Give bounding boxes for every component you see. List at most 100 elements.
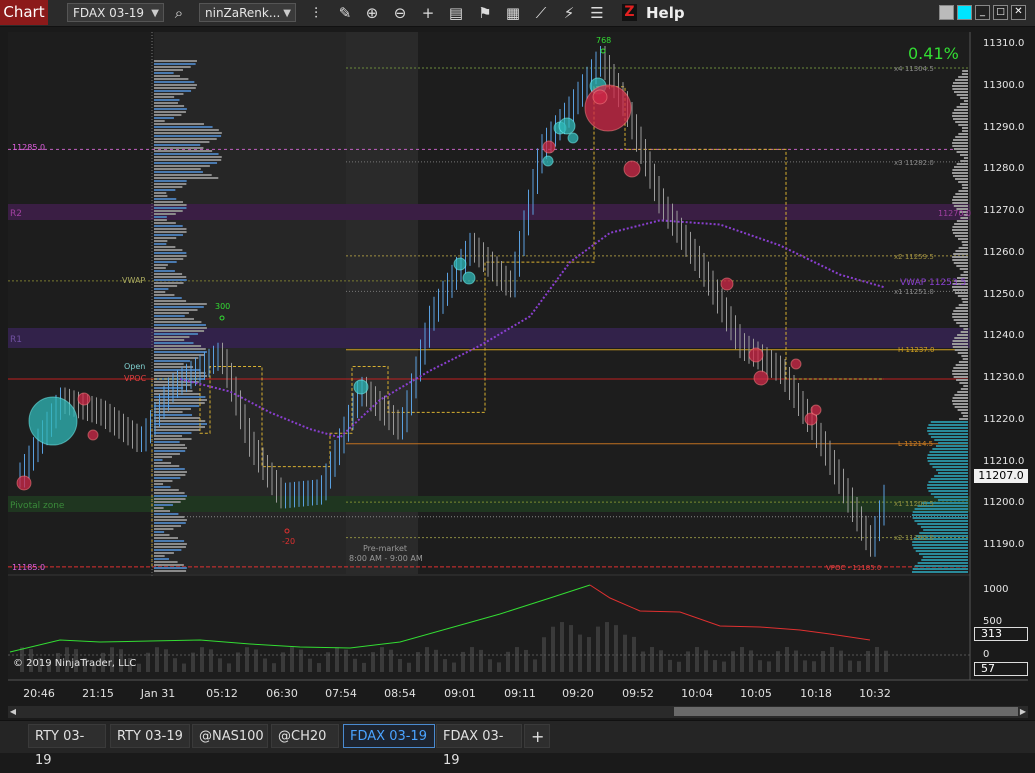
time-tick-label: 06:30: [266, 687, 298, 700]
buy-bubble: [567, 132, 579, 144]
volume-tick-label: 0: [983, 649, 990, 660]
volume-profile-bar: [154, 309, 198, 311]
volume-profile-bar: [154, 360, 190, 362]
volume-profile-bar: [154, 228, 187, 230]
volume-profile-bar: [154, 555, 165, 557]
price-tick-label: 11250.0: [983, 288, 1025, 300]
volume-bar: [335, 647, 339, 672]
volume-profile-bar: [154, 480, 173, 482]
volume-tick-label: 1000: [983, 584, 1009, 595]
add-tab-button[interactable]: +: [524, 724, 550, 748]
sell-bubble: [87, 429, 99, 441]
volume-profile-bar: [962, 127, 968, 129]
volume-profile-bar: [154, 411, 183, 413]
scroll-right-icon[interactable]: ▶: [1018, 706, 1028, 718]
scrollbar-thumb[interactable]: [674, 707, 1018, 716]
volume-profile-bar: [955, 307, 968, 309]
volume-bar: [182, 663, 186, 672]
volume-profile-bar: [927, 454, 968, 456]
volume-profile-bar: [952, 175, 968, 177]
volume-bar: [317, 663, 321, 672]
tab-ch20[interactable]: @CH20: [271, 724, 339, 748]
volume-profile-bar: [154, 303, 207, 305]
volume-profile-bar: [952, 370, 968, 372]
buy-bubble: [558, 117, 576, 135]
tab-rty-2[interactable]: RTY 03-19: [110, 724, 190, 748]
volume-profile-bar: [154, 456, 172, 458]
volume-profile-bar: [952, 259, 968, 261]
volume-profile-bar: [960, 160, 968, 162]
volume-profile-bar: [912, 514, 968, 516]
scroll-left-icon[interactable]: ◀: [8, 706, 18, 718]
volume-profile-bar: [958, 76, 968, 78]
volume-profile-bar: [154, 486, 171, 488]
volume-profile-bar: [958, 133, 968, 135]
volume-profile-bar: [154, 342, 194, 344]
volume-bar: [848, 660, 852, 672]
volume-profile-bar: [953, 205, 968, 207]
volume-profile-bar: [154, 183, 187, 185]
tab-fdax-2[interactable]: FDAX 03-19: [436, 724, 522, 768]
horizontal-scrollbar[interactable]: ◀ ▶: [8, 706, 1028, 718]
volume-profile-bar: [962, 415, 968, 417]
time-tick-label: 20:46: [23, 687, 55, 700]
volume-profile-bar: [956, 106, 968, 108]
volume-profile-bar: [918, 553, 968, 555]
volume-profile-bar: [154, 507, 164, 509]
volume-profile-bar: [154, 150, 213, 152]
tab-rty-1[interactable]: RTY 03-19: [28, 724, 106, 768]
volume-profile-bar: [154, 354, 205, 356]
volume-profile-bar: [154, 297, 182, 299]
volume-profile-bar: [154, 153, 219, 155]
volume-profile-bar: [953, 367, 968, 369]
volume-bar: [668, 659, 672, 672]
volume-bar: [659, 650, 663, 672]
volume-profile-bar: [154, 447, 187, 449]
volume-profile-bar: [154, 468, 185, 470]
volume-profile-bar: [154, 417, 200, 419]
volume-profile-bar: [154, 111, 186, 113]
volume-profile-bar: [955, 79, 968, 81]
volume-profile-bar: [154, 207, 187, 209]
volume-bar: [164, 649, 168, 672]
volume-profile-bar: [954, 235, 968, 237]
volume-profile-bar: [154, 276, 187, 278]
volume-bar: [722, 661, 726, 672]
volume-profile-bar: [154, 69, 183, 71]
tab-nas100[interactable]: @NAS100: [192, 724, 268, 748]
volume-profile-bar: [154, 474, 186, 476]
volume-profile-bar: [912, 571, 968, 573]
volume-profile-bar: [958, 190, 968, 192]
volume-profile-bar: [953, 262, 968, 264]
volume-profile-bar: [952, 346, 968, 348]
volume-profile-bar: [963, 271, 968, 273]
volume-profile-bar: [154, 519, 187, 521]
volume-profile-bar: [956, 163, 968, 165]
volume-profile-bar: [154, 285, 178, 287]
volume-bar: [875, 647, 879, 672]
volume-profile-bar: [154, 222, 176, 224]
volume-profile-bar: [154, 129, 219, 131]
sell-bubble: [77, 392, 91, 406]
volume-bar: [785, 647, 789, 672]
volume-profile-bar: [154, 492, 185, 494]
volume-profile-bar: [959, 418, 968, 420]
volume-bar: [263, 658, 267, 672]
volume-bar: [713, 660, 717, 672]
volume-profile-bar: [154, 336, 190, 338]
volume-profile-bar: [957, 334, 968, 336]
r2-right-label: 11270.0: [938, 209, 971, 218]
volume-profile-bar: [953, 148, 968, 150]
volume-profile-bar: [154, 357, 199, 359]
time-tick-label: 21:15: [82, 687, 114, 700]
tab-fdax-active[interactable]: FDAX 03-19: [343, 724, 435, 748]
volume-bar: [695, 647, 699, 672]
volume-profile-bar: [954, 394, 968, 396]
volume-profile-bar: [154, 138, 217, 140]
volume-profile-bar: [154, 162, 218, 164]
peak-delta-label: 768: [596, 36, 611, 45]
chart-canvas[interactable]: 11285.0 R2 VWAP R1 Open VPOC Pivotal zon…: [0, 0, 1035, 720]
volume-profile-bar: [154, 117, 174, 119]
level-x2-bottom-label: x2 11192.0: [894, 534, 934, 542]
volume-profile-bar: [154, 333, 198, 335]
